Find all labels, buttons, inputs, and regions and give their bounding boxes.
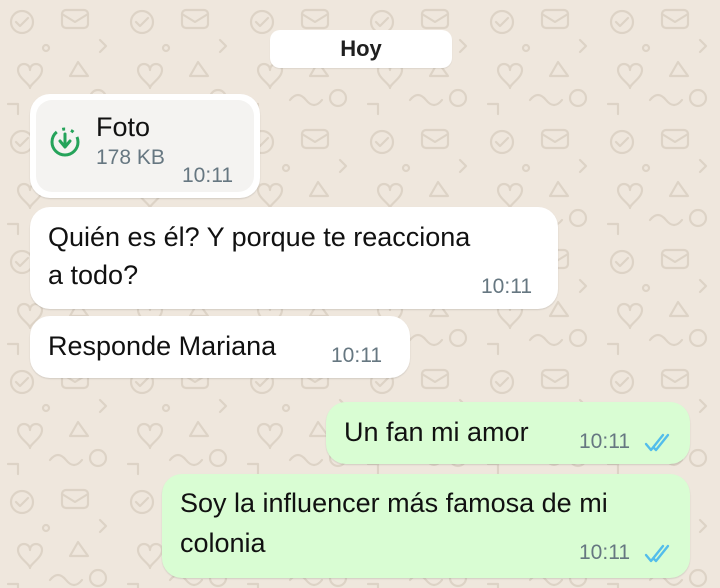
message-text-line: Un fan mi amor <box>344 417 529 447</box>
attachment-title: Foto <box>96 112 151 142</box>
read-receipt-icon <box>644 544 670 563</box>
message-text-line: a todo? <box>48 260 139 290</box>
date-separator: Hoy <box>270 30 452 68</box>
message-time: 10:11 <box>481 275 532 298</box>
read-receipt-icon <box>644 433 670 452</box>
message-time: 10:11 <box>182 164 233 187</box>
message-text-line: Soy la influencer más famosa de mi <box>180 488 608 518</box>
message-time: 10:11 <box>579 430 630 453</box>
message-time: 10:11 <box>331 344 382 367</box>
message-text-line: Responde Mariana <box>48 331 277 361</box>
download-icon[interactable] <box>48 125 82 159</box>
chat-conversation: Hoy Foto 178 KB 10:11 Quién es él? Y por… <box>0 0 720 588</box>
attachment-size: 178 KB <box>96 146 165 169</box>
message-text-line: Quién es él? Y porque te reacciona <box>48 222 471 252</box>
message-text-line: colonia <box>180 528 266 558</box>
message-time: 10:11 <box>579 541 630 564</box>
